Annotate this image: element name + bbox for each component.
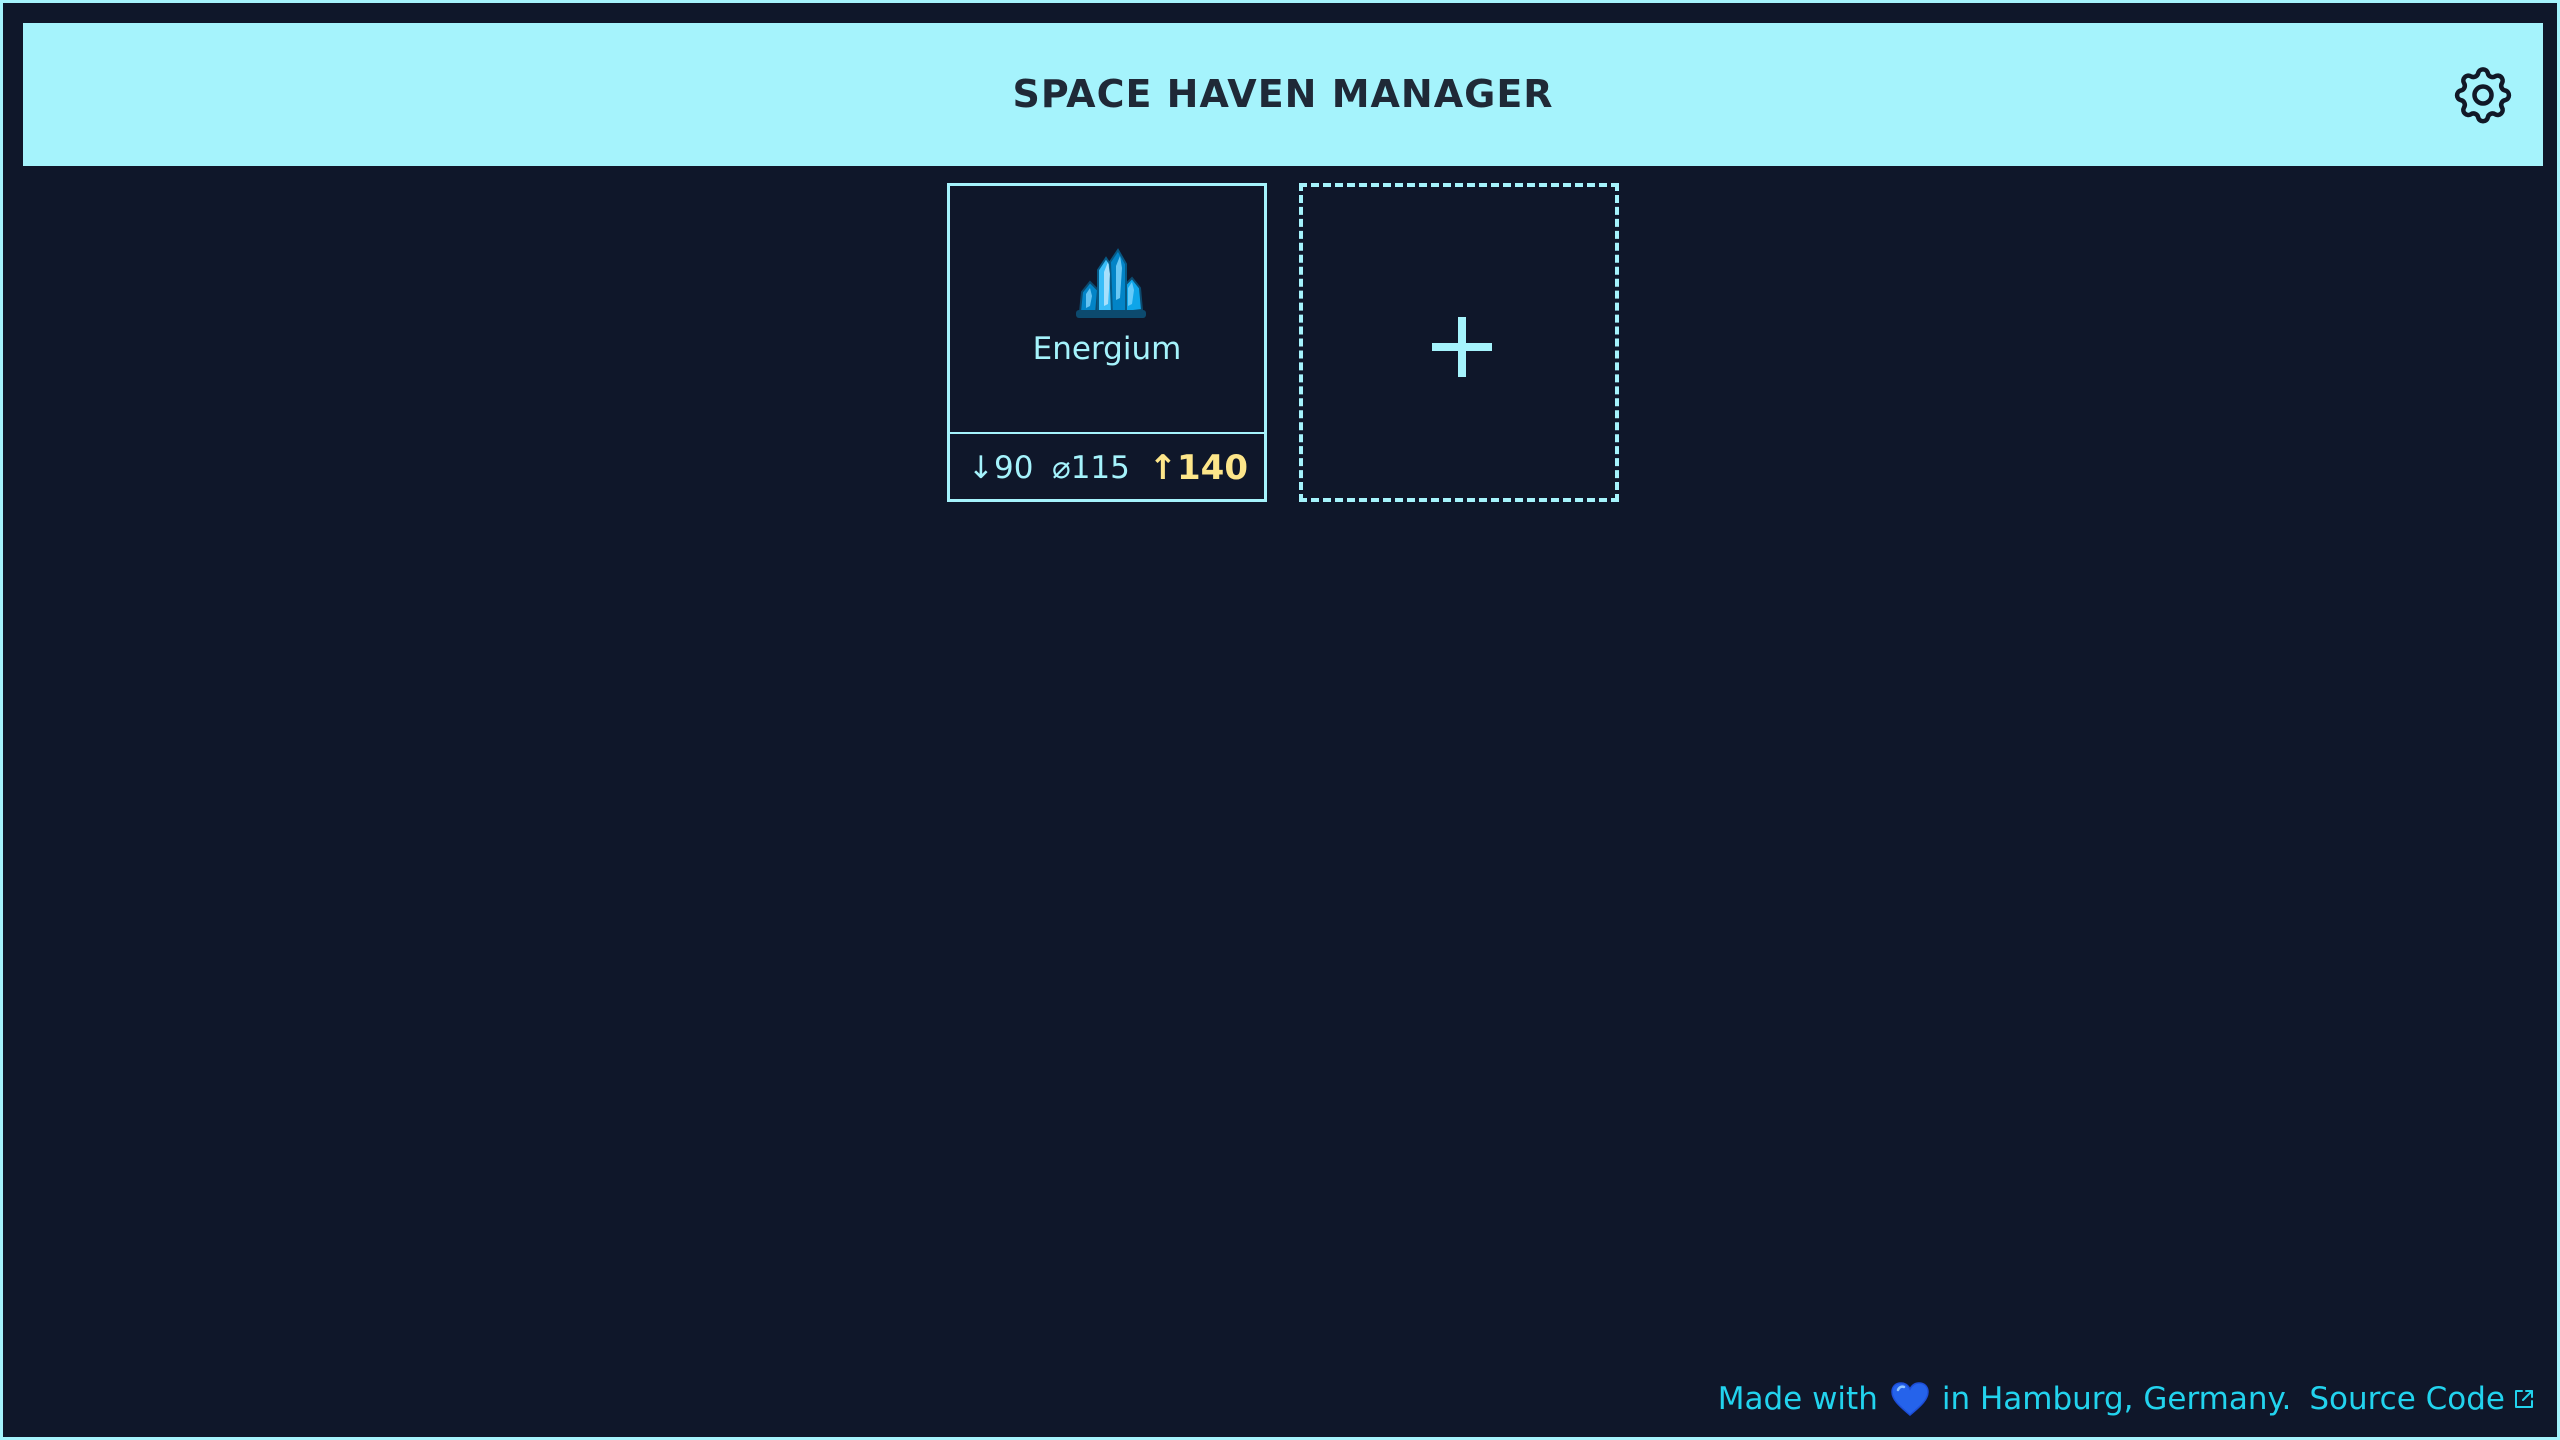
blue-heart-icon [1890, 1381, 1930, 1417]
footer: Made with in Hamburg, Germany. Source Co… [1718, 1375, 2535, 1423]
page-title: SPACE HAVEN MANAGER [1012, 72, 1554, 116]
external-link-icon [2513, 1388, 2535, 1410]
source-code-label: Source Code [2309, 1381, 2505, 1417]
energium-crystal-icon [1068, 248, 1152, 322]
app-frame: SPACE HAVEN MANAGER Energium ↓90 ⌀115 ↑1… [0, 0, 2560, 1440]
footer-location: in Hamburg, Germany. [1941, 1381, 2292, 1417]
item-card-energium[interactable]: Energium ↓90 ⌀115 ↑140 [947, 183, 1267, 502]
gear-icon [2454, 67, 2512, 124]
footer-made-with: Made with [1717, 1381, 1878, 1417]
item-stats: ↓90 ⌀115 ↑140 [950, 436, 1264, 499]
card-divider [950, 432, 1264, 434]
source-code-link[interactable]: Source Code [2309, 1381, 2535, 1417]
plus-icon [1432, 317, 1492, 377]
stat-min: ↓90 [968, 449, 1034, 486]
header-bar: SPACE HAVEN MANAGER [23, 23, 2543, 166]
stat-max: ↑140 [1148, 447, 1248, 488]
stat-average: ⌀115 [1052, 449, 1130, 486]
add-item-button[interactable] [1299, 183, 1619, 502]
item-name: Energium [1032, 331, 1182, 367]
settings-button[interactable] [2449, 61, 2517, 129]
